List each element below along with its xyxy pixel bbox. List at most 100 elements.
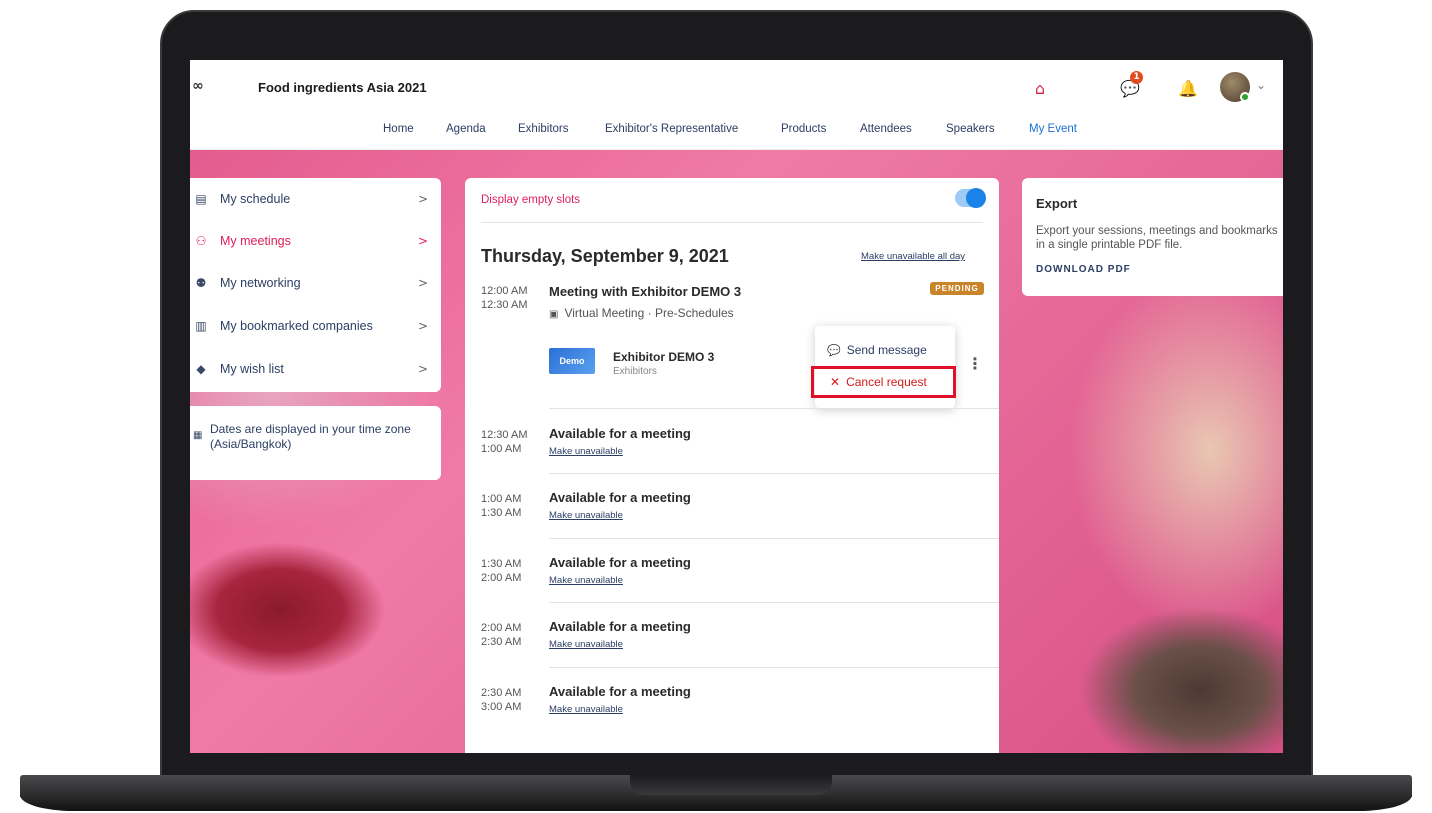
- export-title: Export: [1036, 196, 1078, 211]
- slot-title: Available for a meeting: [549, 490, 691, 505]
- slot-start-time: 1:30 AM: [481, 558, 522, 570]
- sidebar-item-my-networking[interactable]: ⚉ My networking >: [190, 262, 441, 304]
- make-unavailable-link[interactable]: Make unavailable: [549, 639, 623, 650]
- laptop-base-bottom: [20, 795, 1412, 811]
- nav-agenda[interactable]: Agenda: [446, 123, 486, 135]
- slot-divider: [549, 408, 999, 409]
- slot-end-time: 1:00 AM: [481, 443, 522, 455]
- online-status-icon: [1240, 92, 1250, 102]
- slot-divider: [549, 473, 999, 474]
- slot-end-time: 2:30 AM: [481, 636, 522, 648]
- meeting-subtitle-text: Virtual Meeting · Pre-Schedules: [564, 306, 734, 320]
- timezone-note-card: ▦ Dates are displayed in your time zone …: [190, 406, 441, 480]
- exhibitor-name[interactable]: Exhibitor DEMO 3: [613, 350, 714, 364]
- make-unavailable-all-day-link[interactable]: Make unavailable all day: [861, 251, 965, 262]
- meetings-icon: ⚇: [195, 234, 207, 248]
- day-heading: Thursday, September 9, 2021: [481, 246, 729, 266]
- slot-divider: [549, 538, 999, 539]
- chevron-right-icon: >: [418, 319, 429, 333]
- nav-products[interactable]: Products: [781, 123, 826, 135]
- slot-start-time: 12:30 AM: [481, 429, 528, 441]
- slot-start-time: 1:00 AM: [481, 493, 522, 505]
- nav-home[interactable]: Home: [383, 123, 414, 135]
- slot-end-time: 1:30 AM: [481, 507, 522, 519]
- slot-divider: [549, 602, 999, 603]
- background-photo: ▤ My schedule > ⚇ My meetings > ⚉ My net…: [190, 150, 1283, 753]
- nav-attendees[interactable]: Attendees: [860, 123, 912, 135]
- download-pdf-link[interactable]: DOWNLOAD PDF: [1036, 264, 1131, 275]
- schedule-card: Display empty slots Thursday, September …: [465, 178, 999, 753]
- timezone-note: Dates are displayed in your time zone (A…: [210, 422, 411, 451]
- export-description: Export your sessions, meetings and bookm…: [1036, 225, 1278, 251]
- top-bar: ∞ Food ingredients Asia 2021 ⌂ 💬 1 🔔 ⌄: [190, 60, 1283, 116]
- cancel-request-menu-item[interactable]: ✕ Cancel request: [811, 366, 956, 398]
- screen-bezel-bottom: [190, 753, 1283, 775]
- chevron-right-icon: >: [418, 234, 429, 248]
- nav-speakers[interactable]: Speakers: [946, 123, 995, 135]
- infinity-logo-icon[interactable]: ∞: [192, 78, 204, 94]
- nav-exhibitors-representative[interactable]: Exhibitor's Representative: [605, 123, 738, 135]
- make-unavailable-link[interactable]: Make unavailable: [549, 510, 623, 521]
- main-nav: Home Agenda Exhibitors Exhibitor's Repre…: [190, 116, 1283, 150]
- video-icon: ▣: [549, 309, 559, 320]
- status-badge: PENDING: [930, 282, 984, 295]
- meeting-subtitle: ▣ Virtual Meeting · Pre-Schedules: [549, 306, 734, 320]
- sidebar-item-label: My schedule: [220, 192, 291, 206]
- sidebar-item-my-bookmarked-companies[interactable]: ▥ My bookmarked companies >: [190, 305, 441, 347]
- calendar-icon: ▤: [195, 192, 207, 206]
- home-icon[interactable]: ⌂: [1028, 76, 1052, 100]
- wishlist-icon: ◆: [196, 362, 206, 376]
- make-unavailable-link[interactable]: Make unavailable: [549, 704, 623, 715]
- laptop-notch: [630, 775, 832, 795]
- bookmark-icon: ▥: [195, 319, 207, 333]
- display-empty-slots-label: Display empty slots: [481, 194, 581, 206]
- notification-badge: 1: [1130, 71, 1143, 84]
- slot-start-time: 2:30 AM: [481, 687, 522, 699]
- laptop-base: [0, 775, 1432, 813]
- nav-my-event[interactable]: My Event: [1029, 123, 1077, 135]
- sidebar-item-label: My networking: [220, 276, 301, 290]
- sidebar-item-label: My wish list: [220, 362, 284, 376]
- slot-start-time: 2:00 AM: [481, 622, 522, 634]
- make-unavailable-link[interactable]: Make unavailable: [549, 575, 623, 586]
- slot-title: Available for a meeting: [549, 555, 691, 570]
- toggle-knob: [966, 188, 986, 208]
- sidebar-item-label: My meetings: [220, 234, 291, 248]
- sidebar-menu: ▤ My schedule > ⚇ My meetings > ⚉ My net…: [190, 178, 441, 392]
- sidebar-item-my-schedule[interactable]: ▤ My schedule >: [190, 178, 441, 220]
- send-message-menu-item[interactable]: 💬 Send message: [827, 343, 927, 357]
- globe-icon: ▦: [193, 430, 203, 441]
- slot-title: Available for a meeting: [549, 619, 691, 634]
- app-title[interactable]: Food ingredients Asia 2021: [258, 80, 427, 95]
- slot-end-time: 3:00 AM: [481, 701, 522, 713]
- sidebar-item-my-wish-list[interactable]: ◆ My wish list >: [190, 348, 441, 390]
- exhibitor-logo[interactable]: Demo: [549, 348, 595, 374]
- exhibitor-category: Exhibitors: [613, 366, 657, 377]
- slot-end-time: 2:00 AM: [481, 572, 522, 584]
- sidebar-item-my-meetings[interactable]: ⚇ My meetings >: [190, 220, 441, 262]
- meeting-actions-menu: 💬 Send message ✕ Cancel request: [811, 326, 956, 408]
- nav-exhibitors[interactable]: Exhibitors: [518, 123, 569, 135]
- display-empty-slots-toggle[interactable]: [955, 188, 986, 208]
- meeting-start-time: 12:00 AM: [481, 285, 528, 297]
- more-options-icon[interactable]: ⋮: [967, 354, 983, 373]
- slot-title: Available for a meeting: [549, 426, 691, 441]
- meeting-title[interactable]: Meeting with Exhibitor DEMO 3: [549, 284, 741, 299]
- message-icon: 💬: [827, 345, 841, 357]
- bell-icon[interactable]: 🔔: [1176, 76, 1200, 100]
- chevron-right-icon: >: [418, 276, 429, 290]
- laptop-screen: ∞ Food ingredients Asia 2021 ⌂ 💬 1 🔔 ⌄ H…: [190, 60, 1283, 753]
- chevron-right-icon: >: [418, 192, 429, 206]
- close-icon: ✕: [830, 375, 841, 389]
- networking-icon: ⚉: [195, 276, 207, 290]
- divider: [481, 222, 983, 223]
- chevron-down-icon[interactable]: ⌄: [1256, 78, 1266, 92]
- slot-title: Available for a meeting: [549, 684, 691, 699]
- send-message-label: Send message: [846, 343, 927, 357]
- meeting-end-time: 12:30 AM: [481, 299, 528, 311]
- sidebar-item-label: My bookmarked companies: [220, 319, 373, 333]
- make-unavailable-link[interactable]: Make unavailable: [549, 446, 623, 457]
- cancel-request-label: Cancel request: [846, 375, 927, 389]
- slot-divider: [549, 667, 999, 668]
- export-card: Export Export your sessions, meetings an…: [1022, 178, 1283, 296]
